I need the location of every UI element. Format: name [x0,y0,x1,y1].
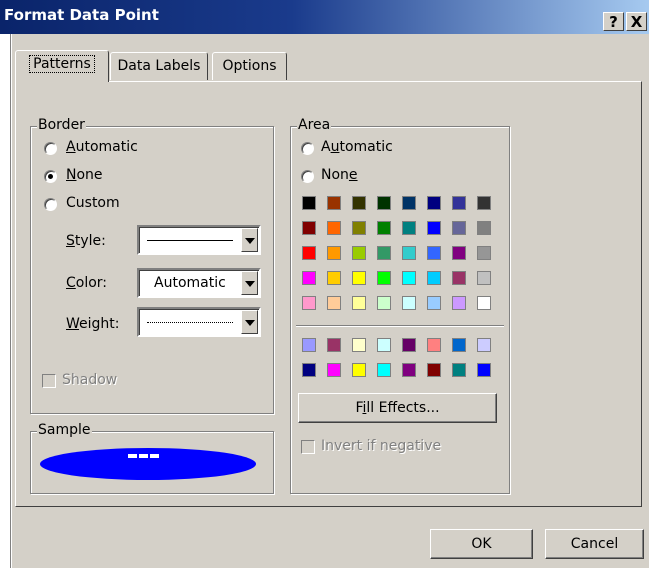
color-swatch[interactable] [477,271,491,285]
color-swatch[interactable] [452,338,466,352]
color-swatch[interactable] [302,338,316,352]
border-automatic-label[interactable]: Automatic [66,139,138,155]
weight-label: Weight: [66,316,120,332]
area-none-label[interactable]: None [321,167,358,183]
color-swatch[interactable] [327,296,341,310]
tab-label: Patterns [29,55,95,73]
background-window-edge [0,34,11,568]
color-swatch[interactable] [377,271,391,285]
color-swatch[interactable] [477,246,491,260]
color-swatch[interactable] [302,196,316,210]
color-swatch[interactable] [477,196,491,210]
color-swatch[interactable] [352,338,366,352]
color-swatch[interactable] [452,196,466,210]
border-legend: Border [37,117,86,133]
ok-button[interactable]: OK [430,529,533,559]
color-swatch[interactable] [452,221,466,235]
color-swatch[interactable] [402,296,416,310]
color-swatch[interactable] [402,221,416,235]
title-bar[interactable]: Format Data Point ? X [0,0,649,34]
color-swatch[interactable] [327,271,341,285]
window-title: Format Data Point [4,6,159,24]
color-swatch[interactable] [477,221,491,235]
invert-if-negative-checkbox[interactable] [301,440,315,454]
close-button[interactable]: X [626,12,647,31]
color-swatch[interactable] [352,296,366,310]
area-none-radio[interactable] [301,170,314,183]
color-swatch[interactable] [327,246,341,260]
color-dropdown-button[interactable] [241,271,258,295]
shadow-checkbox[interactable] [42,374,56,388]
color-value: Automatic [154,275,226,291]
fill-effects-button[interactable]: Fill Effects... [298,393,497,423]
sample-preview [40,448,256,480]
line-weight-preview [147,322,233,323]
help-button[interactable]: ? [603,12,624,31]
area-automatic-radio[interactable] [301,142,314,155]
color-swatch[interactable] [377,296,391,310]
border-none-radio[interactable] [44,170,57,183]
color-label: Color: [66,275,108,291]
line-style-preview [147,240,233,241]
border-none-label[interactable]: None [66,167,103,183]
color-swatch[interactable] [427,221,441,235]
color-swatch[interactable] [402,246,416,260]
weight-combo[interactable] [137,307,261,337]
color-swatch[interactable] [327,221,341,235]
color-swatch[interactable] [402,363,416,377]
color-swatch[interactable] [452,271,466,285]
color-swatch[interactable] [352,196,366,210]
color-swatch[interactable] [477,338,491,352]
cancel-button[interactable]: Cancel [545,529,644,559]
color-swatch[interactable] [377,221,391,235]
shadow-label: Shadow [62,372,118,388]
color-swatch[interactable] [402,338,416,352]
color-swatch[interactable] [427,338,441,352]
border-automatic-radio[interactable] [44,142,57,155]
tab-data-labels[interactable]: Data Labels [110,52,208,80]
color-swatch[interactable] [302,221,316,235]
color-swatch[interactable] [302,363,316,377]
color-swatch[interactable] [452,296,466,310]
color-swatch[interactable] [427,246,441,260]
color-swatch[interactable] [327,363,341,377]
style-combo[interactable] [137,225,261,255]
area-legend: Area [297,117,332,133]
color-swatch[interactable] [452,246,466,260]
color-swatch[interactable] [327,196,341,210]
color-swatch[interactable] [377,246,391,260]
color-swatch[interactable] [477,296,491,310]
color-combo[interactable]: Automatic [137,268,261,298]
border-custom-label[interactable]: Custom [66,195,120,211]
color-swatch[interactable] [352,271,366,285]
style-dropdown-button[interactable] [241,228,258,252]
color-swatch[interactable] [377,338,391,352]
weight-dropdown-button[interactable] [241,310,258,334]
color-swatch[interactable] [452,363,466,377]
area-automatic-label[interactable]: Automatic [321,139,393,155]
palette-separator [296,325,504,327]
color-swatch[interactable] [427,363,441,377]
color-swatch[interactable] [402,271,416,285]
color-swatch[interactable] [302,271,316,285]
sample-legend: Sample [37,422,92,438]
color-swatch[interactable] [302,296,316,310]
color-swatch[interactable] [352,221,366,235]
color-swatch[interactable] [427,196,441,210]
style-label: Style: [66,233,106,249]
color-swatch[interactable] [327,338,341,352]
tab-options[interactable]: Options [212,52,287,80]
invert-if-negative-label: Invert if negative [321,438,442,454]
tab-patterns[interactable]: Patterns [15,50,109,82]
color-swatch[interactable] [302,246,316,260]
color-swatch[interactable] [427,296,441,310]
color-swatch[interactable] [402,196,416,210]
color-swatch[interactable] [377,363,391,377]
color-swatch[interactable] [477,363,491,377]
color-swatch[interactable] [352,363,366,377]
color-swatch[interactable] [427,271,441,285]
border-custom-radio[interactable] [44,198,57,211]
color-swatch[interactable] [352,246,366,260]
color-swatch[interactable] [377,196,391,210]
